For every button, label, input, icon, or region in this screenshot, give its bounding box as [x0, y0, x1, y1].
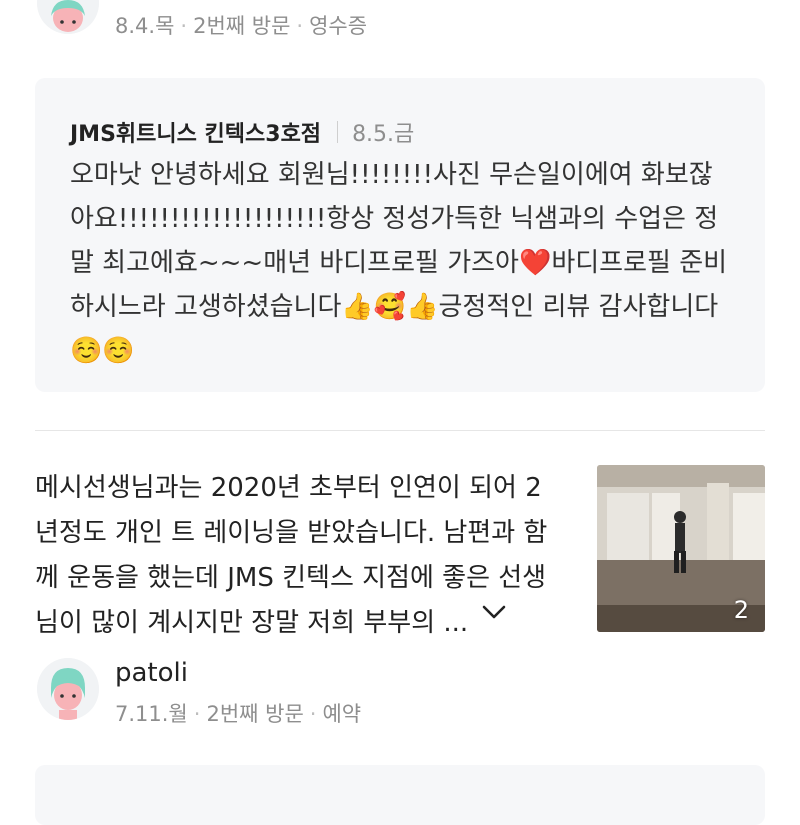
visit-count: 2번째 방문 [193, 14, 291, 38]
owner-reply-box: JMS휘트니스 킨텍스3호점 8.5.금 오마낫 안녕하세요 회원님!!!!!!… [35, 78, 765, 392]
chevron-down-icon[interactable] [480, 601, 508, 623]
next-content-box [35, 765, 765, 825]
visit-date: 8.4.목 [115, 14, 175, 38]
visit-meta: 8.4.목 · 2번째 방문 · 영수증 [115, 14, 368, 38]
reviewer-avatar[interactable] [37, 658, 99, 720]
visit-tag: 예약 [322, 702, 362, 726]
avatar-icon [37, 658, 99, 720]
reviewer-username[interactable]: patoli [115, 658, 188, 688]
visit-count: 2번째 방문 [206, 702, 304, 726]
photo-count: 2 [733, 596, 749, 624]
avatar[interactable] [37, 0, 99, 34]
owner-name: JMS휘트니스 킨텍스3호점 [70, 122, 322, 147]
visit-tag: 영수증 [309, 14, 368, 38]
avatar-icon [37, 0, 99, 34]
reviewer-visit-meta: 7.11.월 · 2번째 방문 · 예약 [115, 702, 362, 726]
review-divider [35, 430, 765, 431]
header-divider [337, 121, 339, 143]
owner-reply-text: 오마낫 안녕하세요 회원님!!!!!!!!사진 무슨일이에여 화보잖아요!!!!… [70, 160, 728, 366]
reply-date: 8.5.금 [352, 122, 415, 147]
visit-date: 7.11.월 [115, 702, 188, 726]
review-photo-thumbnail[interactable]: 2 [597, 465, 765, 632]
owner-reply-header: JMS휘트니스 킨텍스3호점 8.5.금 [70, 116, 414, 148]
